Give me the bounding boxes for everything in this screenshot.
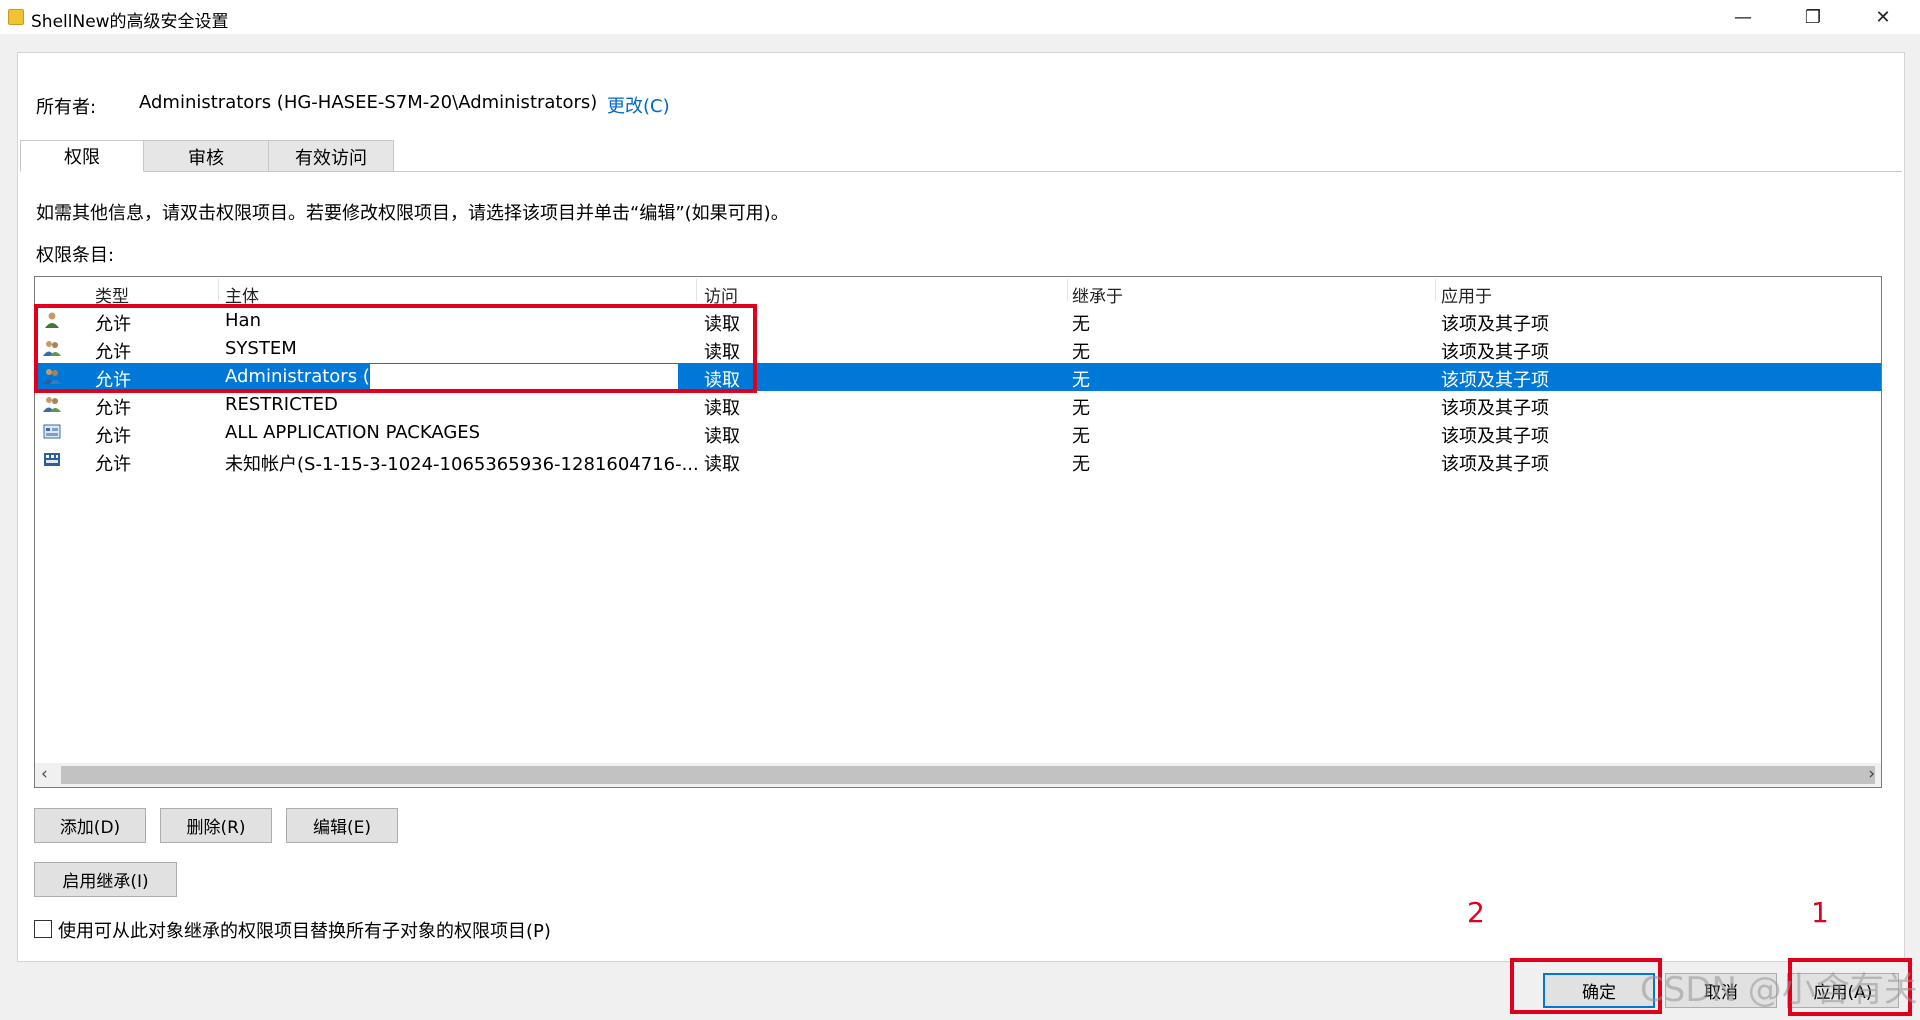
inherited-from-cell: 无 — [1072, 342, 1090, 363]
applies-to-cell: 该项及其子项 — [1441, 426, 1549, 447]
folder-icon — [8, 9, 24, 25]
table-row[interactable]: 允许 未知帐户(S-1-15-3-1024-1065365936-1281604… — [35, 447, 1881, 475]
app-package-icon — [43, 424, 61, 439]
replace-child-permissions-checkbox[interactable] — [34, 920, 52, 938]
edit-button[interactable]: 编辑(E) — [286, 808, 398, 843]
column-header-inherited-from[interactable]: 继承于 — [1072, 282, 1123, 307]
column-divider — [1067, 279, 1068, 301]
column-divider — [1435, 279, 1436, 301]
applies-to-cell: 该项及其子项 — [1441, 370, 1549, 391]
principal-cell: ALL APPLICATION PACKAGES — [225, 422, 481, 443]
annotation-number-2: 2 — [1467, 896, 1485, 929]
group-icon — [43, 397, 61, 412]
column-header-applies-to[interactable]: 应用于 — [1441, 282, 1492, 307]
principal-cell: RESTRICTED — [225, 394, 338, 415]
window-title: ShellNew的高级安全设置 — [31, 12, 229, 32]
replace-child-permissions-label: 使用可从此对象继承的权限项目替换所有子对象的权限项目(P) — [58, 921, 551, 942]
annotation-number-1: 1 — [1811, 896, 1829, 929]
horizontal-scrollbar[interactable]: ‹ › — [35, 763, 1881, 787]
enable-inheritance-button[interactable]: 启用继承(I) — [34, 862, 177, 897]
permission-entries-label: 权限条目: — [36, 245, 115, 266]
tab-permissions[interactable]: 权限 — [20, 140, 144, 172]
applies-to-cell: 该项及其子项 — [1441, 454, 1549, 475]
add-button[interactable]: 添加(D) — [34, 808, 146, 843]
inherited-from-cell: 无 — [1072, 314, 1090, 335]
scroll-left-icon[interactable]: ‹ — [41, 764, 48, 784]
owner-label: 所有者: — [36, 97, 97, 118]
scrollbar-thumb[interactable] — [61, 766, 1875, 784]
access-cell: 读取 — [704, 454, 740, 475]
access-cell: 读取 — [704, 426, 740, 447]
title-bar: ShellNew的高级安全设置 — ❐ ✕ — [0, 0, 1920, 34]
info-text: 如需其他信息，请双击权限项目。若要修改权限项目，请选择该项目并单击“编辑”(如果… — [36, 203, 789, 224]
type-cell: 允许 — [95, 398, 131, 419]
access-cell: 读取 — [704, 398, 740, 419]
unknown-account-icon — [44, 453, 60, 466]
inherited-from-cell: 无 — [1072, 454, 1090, 475]
type-cell: 允许 — [95, 426, 131, 447]
owner-value: Administrators (HG-HASEE-S7M-20\Administ… — [139, 92, 598, 113]
applies-to-cell: 该项及其子项 — [1441, 314, 1549, 335]
inherited-from-cell: 无 — [1072, 370, 1090, 391]
table-row[interactable]: 允许 RESTRICTED 读取 无 该项及其子项 — [35, 391, 1881, 419]
column-divider — [218, 279, 219, 301]
tab-divider — [20, 171, 1902, 172]
table-row[interactable]: 允许 ALL APPLICATION PACKAGES 读取 无 该项及其子项 — [35, 419, 1881, 447]
applies-to-cell: 该项及其子项 — [1441, 398, 1549, 419]
applies-to-cell: 该项及其子项 — [1441, 342, 1549, 363]
inherited-from-cell: 无 — [1072, 426, 1090, 447]
principal-cell: 未知帐户(S-1-15-3-1024-1065365936-1281604716… — [225, 454, 699, 475]
change-owner-link[interactable]: 更改(C) — [607, 92, 670, 118]
scroll-right-icon[interactable]: › — [1868, 764, 1875, 784]
inherited-from-cell: 无 — [1072, 398, 1090, 419]
restore-button[interactable]: ❐ — [1784, 0, 1842, 34]
minimize-button[interactable]: — — [1714, 0, 1772, 34]
annotation-box-entries — [34, 304, 757, 393]
tab-auditing[interactable]: 审核 — [143, 140, 269, 172]
watermark: CSDN @小含有关 — [1640, 970, 1918, 1010]
close-button[interactable]: ✕ — [1854, 0, 1912, 34]
type-cell: 允许 — [95, 454, 131, 475]
tab-effective-access[interactable]: 有效访问 — [268, 140, 394, 172]
column-divider — [696, 279, 697, 301]
remove-button[interactable]: 删除(R) — [160, 808, 272, 843]
